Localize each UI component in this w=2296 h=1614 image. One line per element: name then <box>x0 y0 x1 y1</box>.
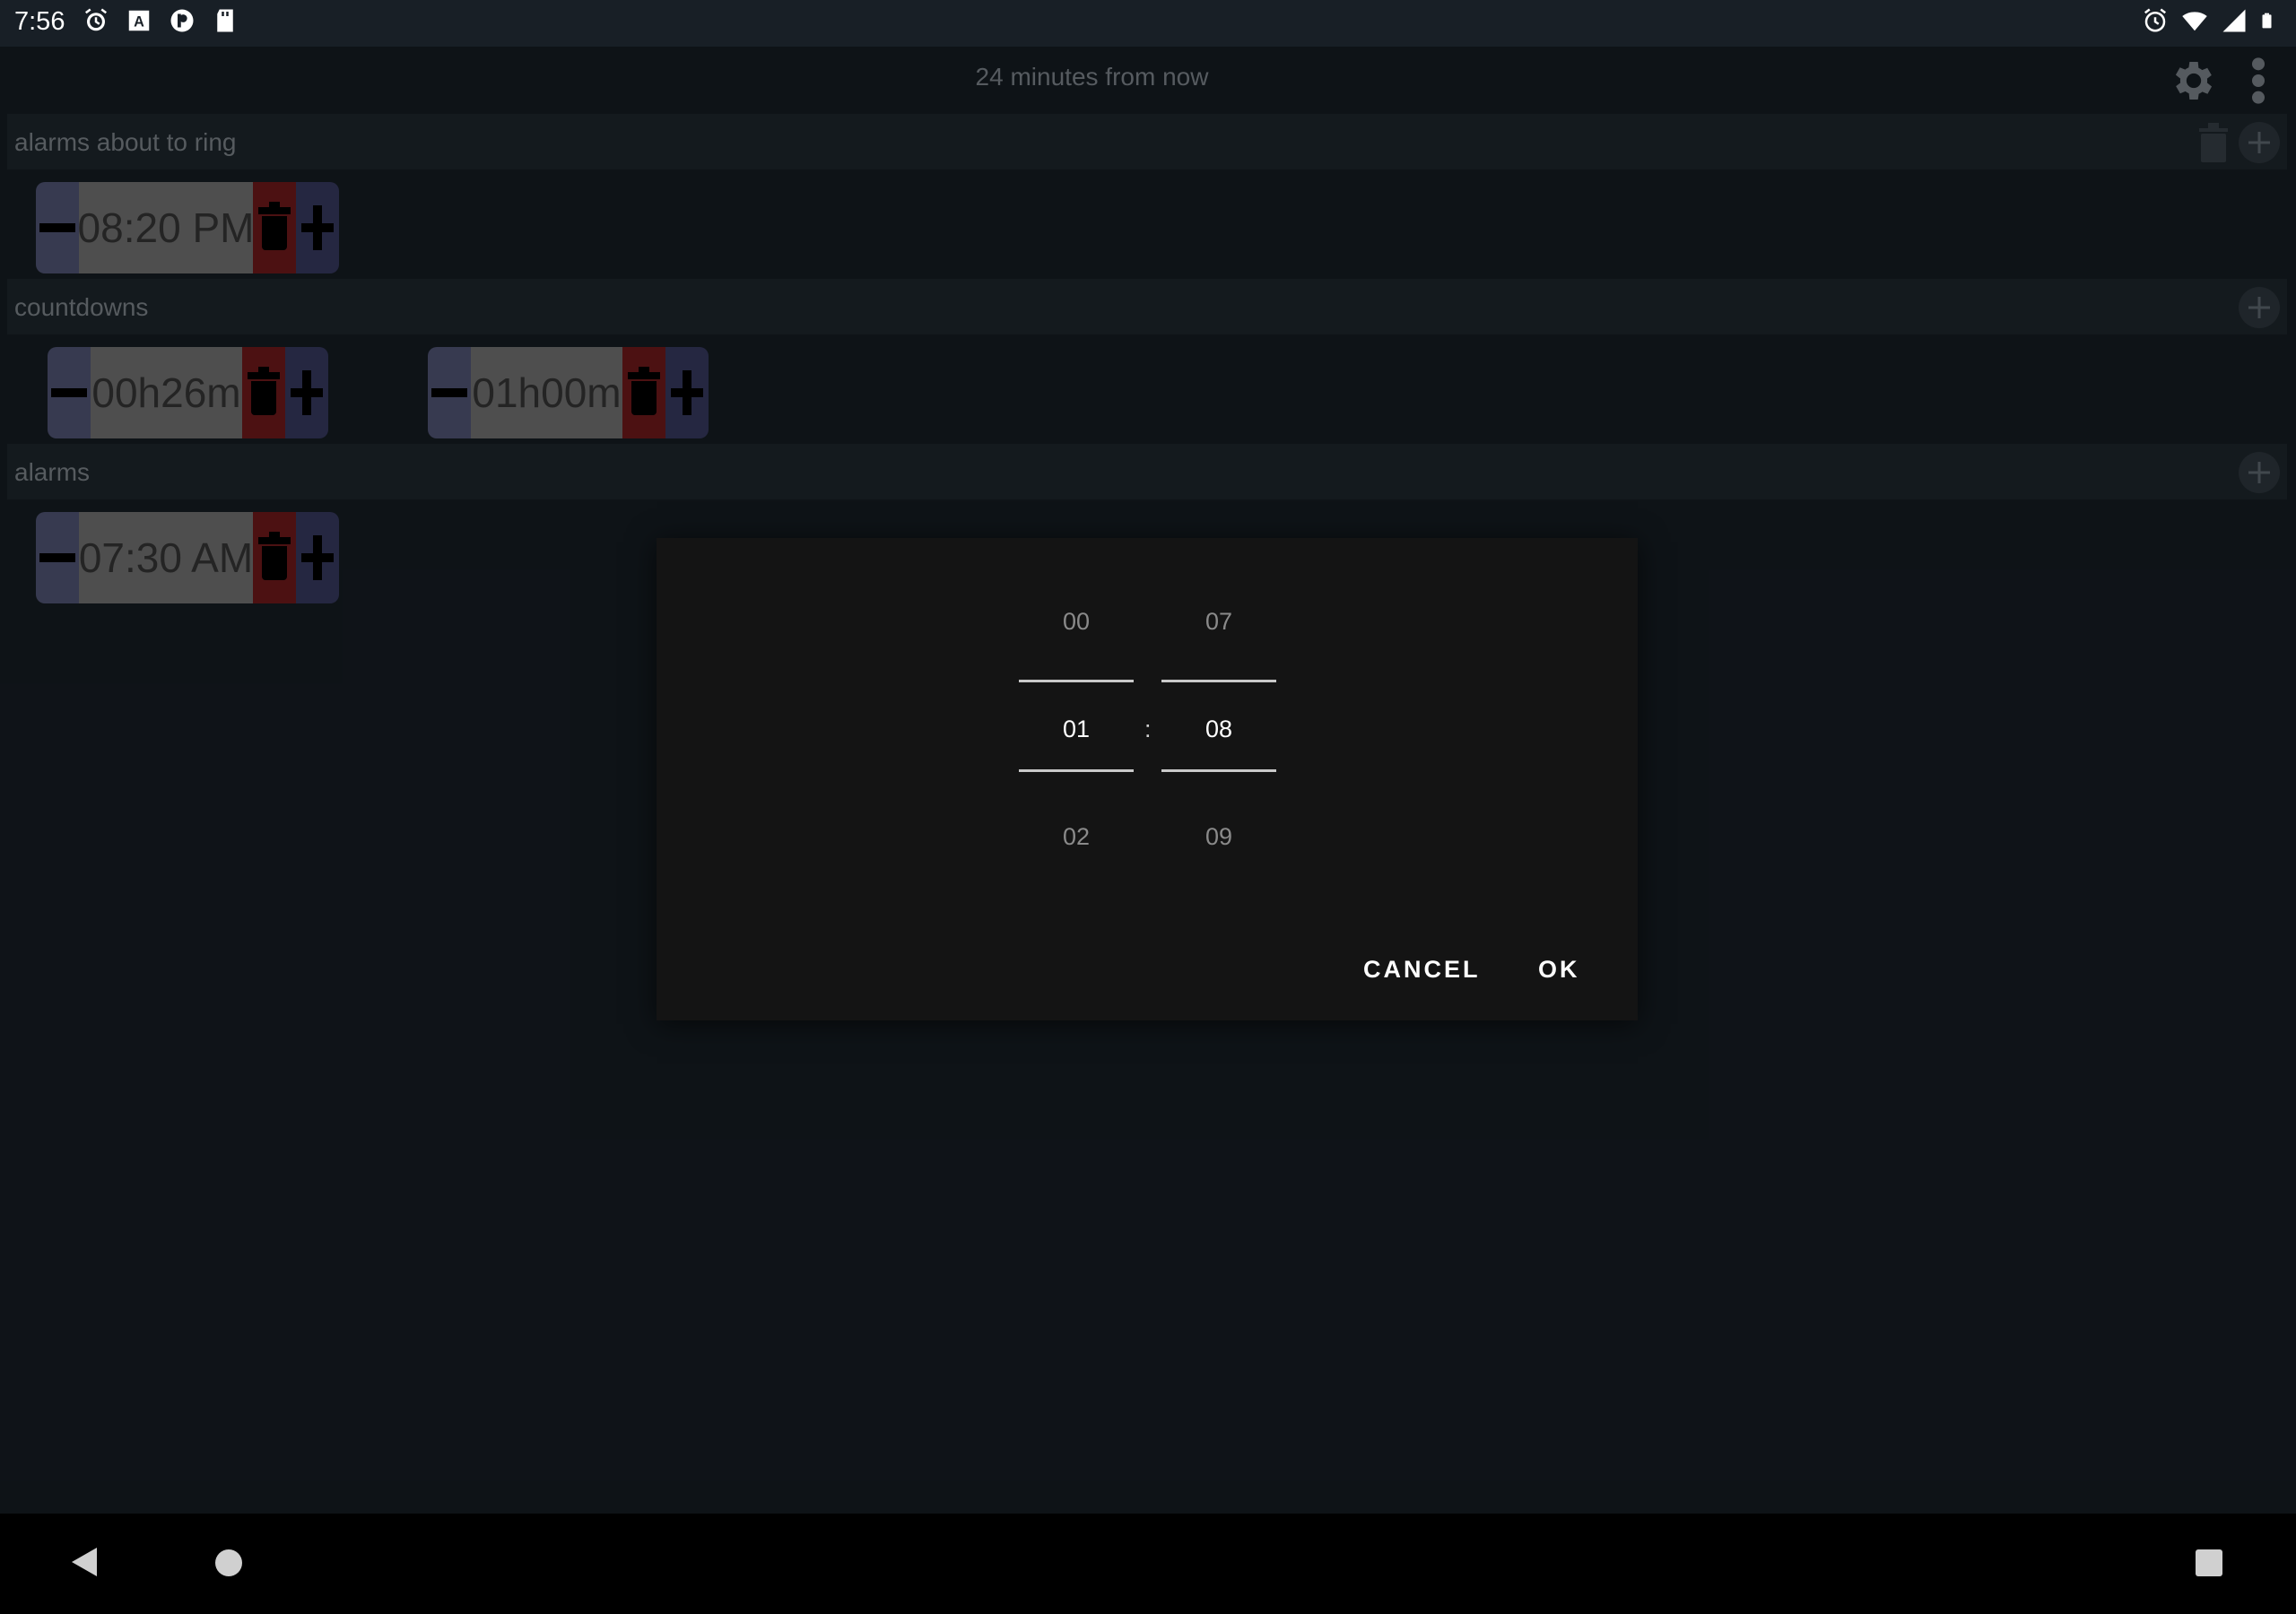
signal-icon <box>2222 9 2246 32</box>
home-icon[interactable] <box>215 1549 242 1576</box>
system-nav-bar <box>0 1514 2296 1614</box>
minute-above[interactable]: 07 <box>1161 608 1276 636</box>
minute-selected[interactable]: 08 <box>1161 716 1276 743</box>
minute-below[interactable]: 09 <box>1161 823 1276 851</box>
battery-icon <box>2262 13 2272 29</box>
minute-picker[interactable]: 07 08 09 <box>1161 538 1276 897</box>
picker-divider <box>1019 680 1134 682</box>
cancel-button[interactable]: CANCEL <box>1363 956 1481 984</box>
status-bar: 7:56 A <box>0 0 2296 47</box>
alarm-icon <box>2144 8 2166 32</box>
back-icon[interactable] <box>72 1548 97 1576</box>
hour-picker[interactable]: 00 01 02 <box>1019 538 1134 897</box>
svg-text:A: A <box>134 13 144 30</box>
hour-selected[interactable]: 01 <box>1019 716 1134 743</box>
status-time: 7:56 <box>14 7 65 36</box>
a-badge-icon: A <box>128 10 150 31</box>
hour-below[interactable]: 02 <box>1019 823 1134 851</box>
recents-icon[interactable] <box>2196 1549 2222 1576</box>
alarm-icon <box>85 8 107 31</box>
picker-divider <box>1019 769 1134 772</box>
duration-picker-dialog: 00 01 02 : 07 08 09 CANCEL OK <box>657 538 1638 1020</box>
p-badge-icon <box>170 9 194 32</box>
time-separator: : <box>1144 716 1152 742</box>
wifi-icon <box>2182 12 2207 31</box>
picker-divider <box>1161 680 1276 682</box>
ok-button[interactable]: OK <box>1538 956 1580 984</box>
hour-above[interactable]: 00 <box>1019 608 1134 636</box>
sd-card-icon <box>217 9 233 32</box>
picker-divider <box>1161 769 1276 772</box>
